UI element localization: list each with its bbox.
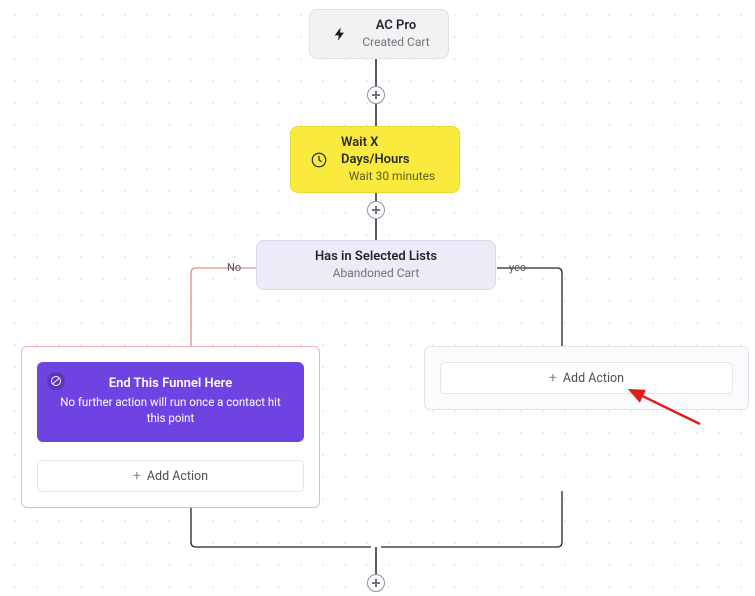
- condition-node[interactable]: Has in Selected Lists Abandoned Cart: [256, 240, 496, 290]
- end-card-title: End This Funnel Here: [55, 376, 286, 391]
- bolt-icon: [328, 22, 352, 46]
- trigger-subtitle: Created Cart: [362, 35, 429, 51]
- plus-icon: +: [549, 370, 557, 386]
- add-action-label: Add Action: [563, 371, 624, 386]
- branch-label-yes: yes: [509, 261, 526, 274]
- add-action-label: Add Action: [147, 469, 208, 484]
- clock-icon: [307, 148, 331, 172]
- no-entry-icon: [47, 372, 65, 390]
- wait-title: Wait X Days/Hours: [341, 135, 443, 169]
- end-funnel-card[interactable]: End This Funnel Here No further action w…: [37, 362, 304, 442]
- condition-title: Has in Selected Lists: [315, 249, 437, 266]
- yes-branch-panel: + Add Action: [424, 346, 749, 410]
- add-step-plus-3[interactable]: [367, 574, 385, 592]
- branch-label-no: No: [227, 261, 241, 274]
- trigger-node[interactable]: AC Pro Created Cart: [309, 9, 449, 59]
- plus-icon: +: [133, 468, 141, 484]
- add-step-plus-2[interactable]: [367, 201, 385, 219]
- end-card-description: No further action will run once a contac…: [55, 395, 286, 426]
- wait-node[interactable]: Wait X Days/Hours Wait 30 minutes: [290, 126, 460, 193]
- trigger-title: AC Pro: [376, 18, 417, 35]
- add-action-button-no[interactable]: + Add Action: [37, 460, 304, 492]
- add-step-plus-1[interactable]: [367, 86, 385, 104]
- wait-subtitle: Wait 30 minutes: [349, 169, 435, 185]
- condition-subtitle: Abandoned Cart: [333, 266, 420, 282]
- no-branch-panel: End This Funnel Here No further action w…: [21, 346, 320, 508]
- add-action-button-yes[interactable]: + Add Action: [440, 362, 733, 394]
